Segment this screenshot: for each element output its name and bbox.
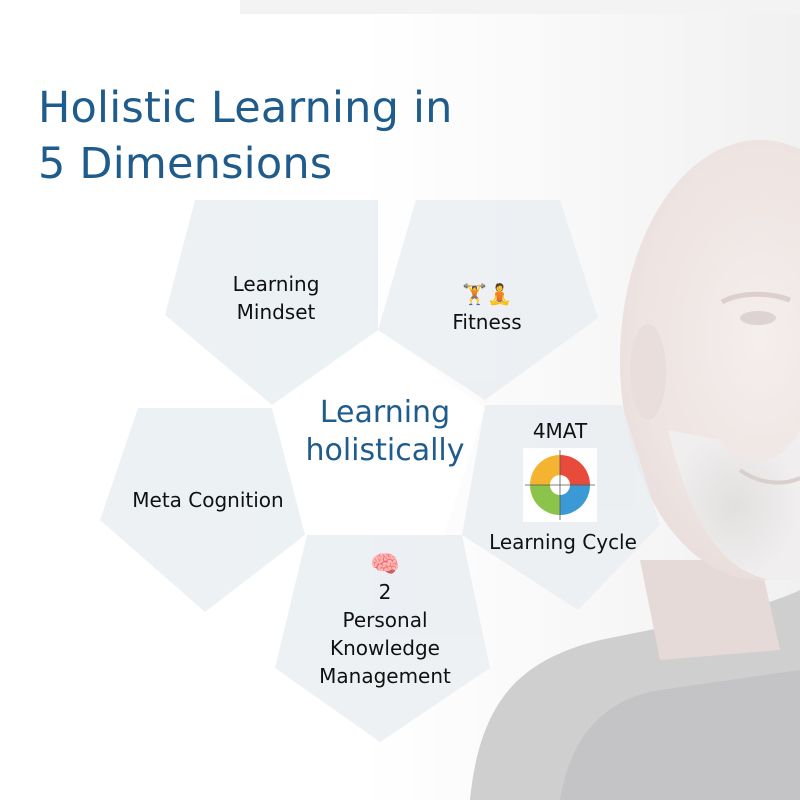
pkm-number: 2 [378, 580, 392, 604]
learning-cycle-text: Learning Cycle [489, 530, 637, 554]
4mat-wheel-icon [523, 448, 597, 522]
learning-mindset-label: Learning Mindset [196, 270, 356, 326]
pkm-label: 🧠 2 Personal Knowledge Management [300, 550, 470, 690]
center-line-2: holistically [305, 433, 465, 468]
learning-mindset-line-2: Mindset [236, 300, 316, 324]
4mat-text: 4MAT [532, 419, 588, 443]
pkm-line-1: Personal [342, 608, 428, 632]
center-label: Learning holistically [290, 394, 480, 470]
brain-icon: 🧠 [370, 550, 400, 578]
pkm-line-3: Management [319, 664, 451, 688]
4mat-top-label: 4MAT [500, 417, 620, 445]
center-line-1: Learning [319, 395, 451, 430]
learning-cycle-label: Learning Cycle [478, 528, 648, 556]
fitness-icons: 🏋🧘 [462, 282, 512, 306]
learning-mindset-line-1: Learning [232, 272, 320, 296]
meta-cognition-label: Meta Cognition [118, 486, 298, 514]
pkm-line-2: Knowledge [330, 636, 440, 660]
fitness-label: 🏋🧘 Fitness [412, 280, 562, 336]
fitness-text: Fitness [452, 310, 522, 334]
meta-cognition-text: Meta Cognition [132, 488, 284, 512]
